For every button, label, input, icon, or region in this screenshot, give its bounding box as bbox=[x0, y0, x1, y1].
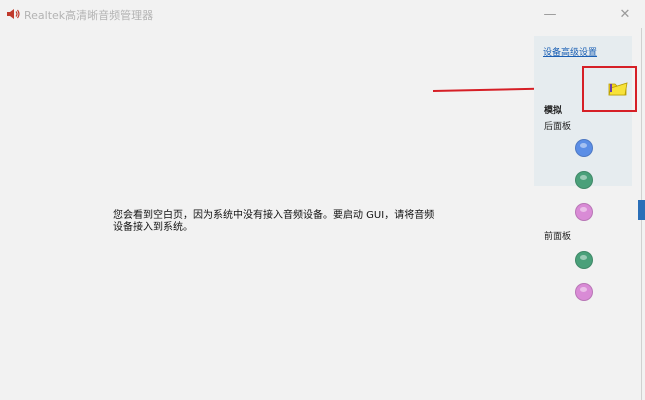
back-panel-label: 后面板 bbox=[544, 122, 572, 132]
front-jack-pink[interactable] bbox=[575, 283, 593, 301]
edge-marker bbox=[638, 200, 645, 220]
no-device-message: 您会看到空白页，因为系统中没有接入音频设备。要启动 GUI，请将音频设备接入到系… bbox=[113, 210, 435, 233]
back-jack-pink[interactable] bbox=[575, 203, 593, 221]
analog-label: 模拟 bbox=[544, 106, 563, 116]
advanced-settings-link[interactable]: 设备高级设置 bbox=[543, 45, 597, 58]
title-bar: Realtek高清晰音频管理器 — ✕ bbox=[0, 0, 645, 28]
folder-icon[interactable] bbox=[608, 80, 628, 96]
back-jack-green[interactable] bbox=[575, 171, 593, 189]
front-panel-label: 前面板 bbox=[544, 232, 572, 242]
window-title: Realtek高清晰音频管理器 bbox=[24, 9, 154, 22]
close-button[interactable]: ✕ bbox=[605, 0, 645, 28]
speaker-icon bbox=[7, 9, 20, 19]
front-jack-green[interactable] bbox=[575, 251, 593, 269]
minimize-button[interactable]: — bbox=[530, 0, 570, 28]
realtek-audio-manager-window: Realtek高清晰音频管理器 — ✕ 您会看到空白页，因为系统中没有接入音频设… bbox=[0, 0, 645, 400]
back-jack-blue[interactable] bbox=[575, 139, 593, 157]
